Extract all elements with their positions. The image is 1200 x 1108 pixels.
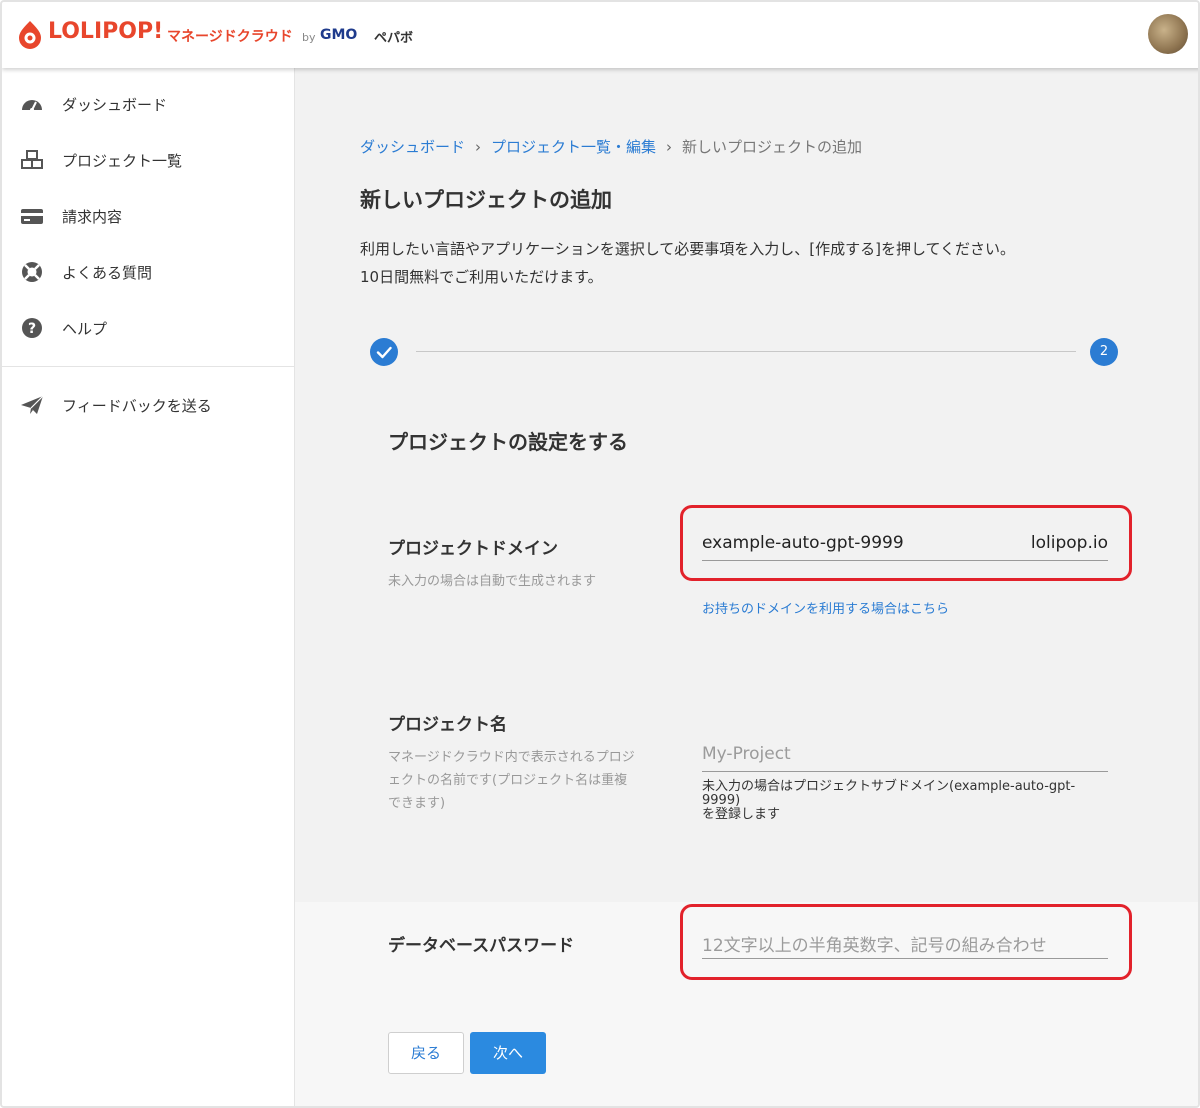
db-password-input[interactable]: 12文字以上の半角英数字、記号の組み合わせ xyxy=(702,927,1108,959)
domain-hint: 未入力の場合は自動で生成されます xyxy=(388,574,597,589)
project-name-placeholder: My-Project xyxy=(702,744,791,764)
top-header: LOLIPOP! マネージドクラウド by GMO ペパボ xyxy=(2,2,1198,68)
cubes-icon xyxy=(21,150,43,169)
sidebar-item-feedback[interactable]: フィードバックを送る xyxy=(2,385,294,425)
page-description-trial: 10日間無料でご利用いただけます。 xyxy=(360,268,603,286)
sidebar-item-help[interactable]: ? ヘルプ xyxy=(2,308,294,348)
project-name-hint-line3: できます) xyxy=(388,796,446,811)
next-button[interactable]: 次へ xyxy=(470,1032,546,1074)
app-window: LOLIPOP! マネージドクラウド by GMO ペパボ ダッシュボード プロ… xyxy=(0,0,1200,1108)
sidebar-item-label: プロジェクト一覧 xyxy=(62,152,183,170)
lifebuoy-icon xyxy=(22,262,42,282)
sidebar-item-label: 請求内容 xyxy=(62,208,123,226)
lolipop-logo-icon xyxy=(19,21,41,49)
stepper-step-1-complete xyxy=(370,338,398,366)
check-icon xyxy=(376,346,392,359)
stepper-step-2-current: 2 xyxy=(1090,338,1118,366)
page-description: 利用したい言語やアプリケーションを選択して必要事項を入力し、[作成する]を押して… xyxy=(360,240,1016,258)
sidebar: ダッシュボード プロジェクト一覧 請求内容 よくある質問 ? ヘルプ フィードバ… xyxy=(2,68,295,1106)
domain-input[interactable]: example-auto-gpt-9999 lolipop.io xyxy=(702,529,1108,561)
logo-by: by xyxy=(302,31,316,44)
project-name-input[interactable]: My-Project xyxy=(702,740,1108,772)
domain-input-value: example-auto-gpt-9999 xyxy=(702,533,904,553)
sidebar-item-label: よくある質問 xyxy=(62,264,153,282)
logo-gmo: GMO xyxy=(320,27,358,43)
paper-plane-icon xyxy=(21,395,44,414)
domain-label: プロジェクトドメイン xyxy=(388,539,558,559)
sidebar-item-projects[interactable]: プロジェクト一覧 xyxy=(2,140,294,180)
breadcrumb-link-projects[interactable]: プロジェクト一覧・編集 xyxy=(491,138,656,156)
logo-gmo-kana: ペパボ xyxy=(374,31,414,46)
back-button[interactable]: 戻る xyxy=(388,1032,464,1074)
sidebar-item-dashboard[interactable]: ダッシュボード xyxy=(2,84,294,124)
credit-card-icon xyxy=(21,209,43,224)
db-password-placeholder: 12文字以上の半角英数字、記号の組み合わせ xyxy=(702,936,1047,956)
sidebar-item-label: ヘルプ xyxy=(62,320,108,338)
sidebar-item-label: フィードバックを送る xyxy=(62,397,212,415)
own-domain-link[interactable]: お持ちのドメインを利用する場合はこちら xyxy=(702,598,949,617)
sidebar-item-billing[interactable]: 請求内容 xyxy=(2,196,294,236)
section-title: プロジェクトの設定をする xyxy=(388,430,628,454)
breadcrumb: ダッシュボード › プロジェクト一覧・編集 › 新しいプロジェクトの追加 xyxy=(360,136,862,157)
project-name-note-line2: を登録します xyxy=(702,807,781,822)
stepper-line xyxy=(416,351,1076,352)
logo-text: LOLIPOP! xyxy=(48,19,164,44)
project-name-hint-line2: ェクトの名前です(プロジェクト名は重複 xyxy=(388,773,628,788)
breadcrumb-link-dashboard[interactable]: ダッシュボード xyxy=(360,138,465,156)
sidebar-divider xyxy=(2,366,294,367)
question-circle-icon: ? xyxy=(22,318,42,338)
logo-subtitle: マネージドクラウド xyxy=(167,29,293,45)
project-name-note-line1: 未入力の場合はプロジェクトサブドメイン(example-auto-gpt-999… xyxy=(702,779,1076,808)
breadcrumb-separator: › xyxy=(475,138,482,156)
avatar[interactable] xyxy=(1148,14,1188,54)
project-name-note: 未入力の場合はプロジェクトサブドメイン(example-auto-gpt-999… xyxy=(702,780,1112,822)
page-title: 新しいプロジェクトの追加 xyxy=(360,188,612,212)
sidebar-item-faq[interactable]: よくある質問 xyxy=(2,252,294,292)
sidebar-item-label: ダッシュボード xyxy=(62,96,168,114)
project-name-hint-line1: マネージドクラウド内で表示されるプロジ xyxy=(388,750,635,765)
breadcrumb-current: 新しいプロジェクトの追加 xyxy=(682,138,863,156)
db-password-label: データベースパスワード xyxy=(388,936,575,956)
project-name-label: プロジェクト名 xyxy=(388,715,507,735)
svg-text:?: ? xyxy=(28,321,36,337)
domain-suffix: lolipop.io xyxy=(1030,533,1108,553)
breadcrumb-separator: › xyxy=(666,138,673,156)
dashboard-icon xyxy=(22,100,42,112)
